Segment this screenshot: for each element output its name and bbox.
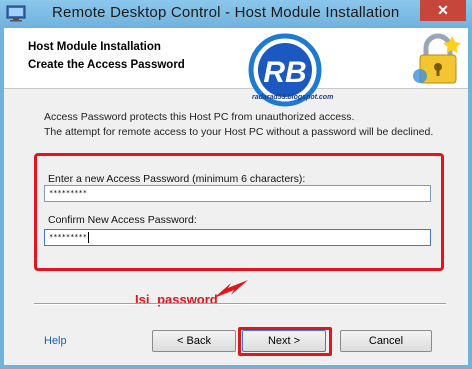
- title-bar: Remote Desktop Control - Host Module Ins…: [0, 0, 472, 28]
- description-line-1: Access Password protects this Host PC fr…: [44, 111, 355, 123]
- back-button[interactable]: < Back: [152, 330, 236, 352]
- padlock-icon: [413, 33, 461, 84]
- wizard-dialog: Host Module Installation Create the Acce…: [4, 28, 468, 365]
- logo-text: RB: [263, 56, 306, 89]
- page-subtitle: Create the Access Password: [28, 59, 185, 71]
- cancel-button[interactable]: Cancel: [340, 330, 432, 352]
- highlight-box-password-fields: [34, 153, 444, 271]
- description-line-2: The attempt for remote access to your Ho…: [44, 126, 434, 138]
- wizard-header: Host Module Installation Create the Acce…: [4, 28, 468, 89]
- help-link[interactable]: Help: [44, 335, 67, 347]
- divider: [34, 303, 446, 305]
- page-title: Host Module Installation: [28, 41, 161, 53]
- window-title: Remote Desktop Control - Host Module Ins…: [52, 4, 400, 21]
- remote-desktop-icon[interactable]: [6, 4, 26, 22]
- highlight-box-next: [238, 327, 332, 356]
- close-button[interactable]: ✕: [420, 0, 466, 21]
- blog-url: radarad53.blogspot.com: [252, 94, 334, 101]
